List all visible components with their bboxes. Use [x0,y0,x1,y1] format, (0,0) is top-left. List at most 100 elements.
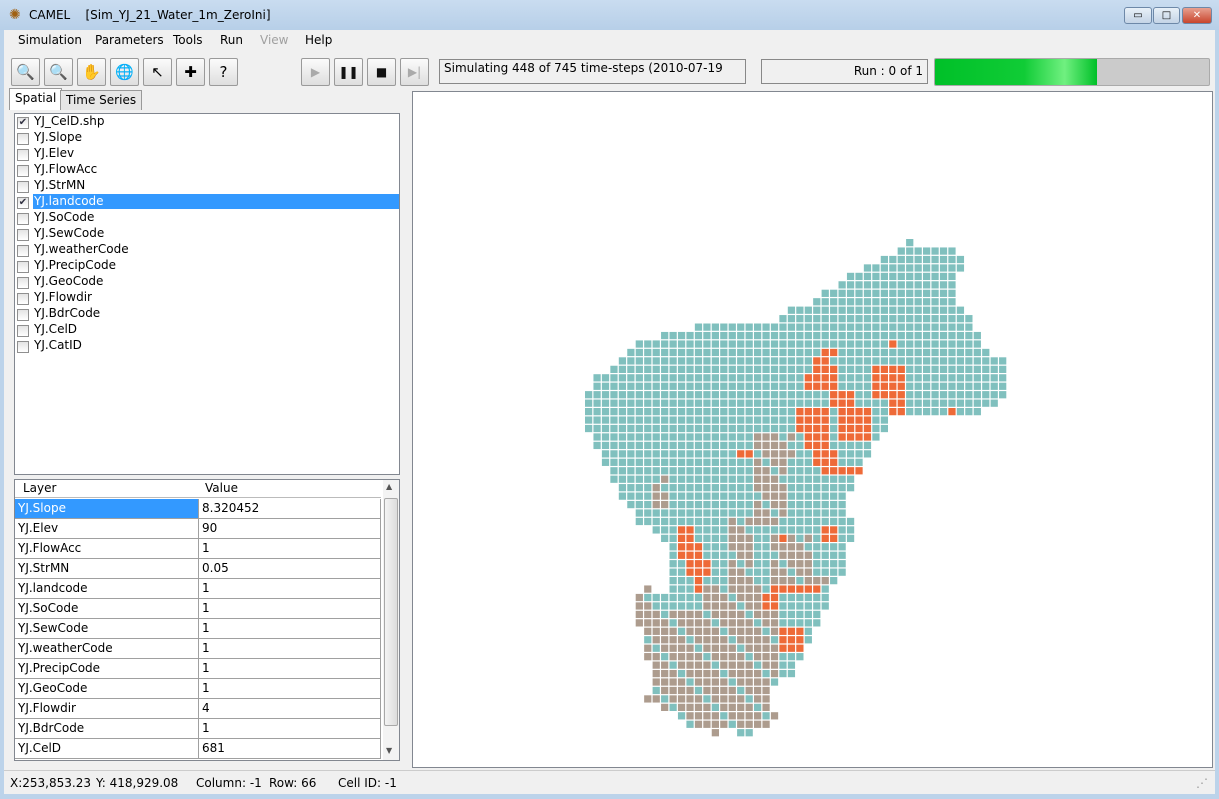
map-cell[interactable] [804,509,812,517]
map-cell[interactable] [635,509,643,517]
map-cell[interactable] [644,475,652,483]
map-cell[interactable] [703,619,711,627]
map-cell[interactable] [694,585,703,593]
map-cell[interactable] [762,517,770,526]
map-cell[interactable] [787,323,796,331]
map-cell[interactable] [661,365,669,373]
map-cell[interactable] [703,357,711,365]
map-cell[interactable] [745,416,753,424]
map-cell[interactable] [694,568,703,576]
map-cell[interactable] [804,391,812,399]
map-cell[interactable] [635,517,643,526]
map-cell[interactable] [720,408,728,416]
map-cell[interactable] [686,534,694,542]
map-cell[interactable] [948,348,956,357]
map-cell[interactable] [720,543,728,551]
map-cell[interactable] [754,695,762,703]
map-cell[interactable] [821,374,829,382]
map-cell[interactable] [703,348,711,357]
map-cell[interactable] [677,560,686,568]
map-cell[interactable] [728,568,736,576]
map-cell[interactable] [661,382,669,390]
map-cell[interactable] [737,551,745,559]
map-cell[interactable] [855,374,863,382]
map-cell[interactable] [754,467,762,475]
map-cell[interactable] [686,467,694,475]
map-cell[interactable] [720,348,728,357]
map-cell[interactable] [804,560,812,568]
map-cell[interactable] [897,382,905,390]
map-cell[interactable] [737,585,745,593]
map-cell[interactable] [737,517,745,526]
map-cell[interactable] [770,602,779,610]
map-cell[interactable] [846,340,855,348]
map-cell[interactable] [855,450,863,458]
map-cell[interactable] [737,450,745,458]
map-cell[interactable] [754,357,762,365]
value-cell[interactable]: 1 [200,619,381,638]
map-cell[interactable] [846,382,855,390]
map-cell[interactable] [779,610,787,619]
map-cell[interactable] [720,661,728,669]
map-cell[interactable] [889,331,897,340]
map-cell[interactable] [728,382,736,390]
layer-item[interactable]: YJ.FlowAcc [15,162,399,178]
map-cell[interactable] [914,374,922,382]
map-cell[interactable] [813,543,821,551]
map-cell[interactable] [770,408,779,416]
map-cell[interactable] [661,399,669,407]
map-cell[interactable] [618,450,627,458]
map-cell[interactable] [779,450,787,458]
map-cell[interactable] [889,340,897,348]
map-cell[interactable] [762,720,770,728]
map-cell[interactable] [813,602,821,610]
map-cell[interactable] [956,323,965,331]
map-cell[interactable] [872,408,880,416]
map-cell[interactable] [821,560,829,568]
map-cell[interactable] [661,416,669,424]
map-cell[interactable] [669,517,677,526]
map-cell[interactable] [872,272,880,281]
map-cell[interactable] [737,348,745,357]
map-cell[interactable] [846,441,855,450]
map-cell[interactable] [728,526,736,534]
map-cell[interactable] [745,331,753,340]
map-cell[interactable] [813,619,821,627]
map-cell[interactable] [956,264,965,272]
layer-checkbox[interactable] [17,165,29,177]
map-cell[interactable] [796,551,804,559]
map-cell[interactable] [796,644,804,652]
map-cell[interactable] [754,636,762,644]
layer-checkbox[interactable]: ✔ [17,117,29,129]
map-cell[interactable] [897,315,905,323]
map-cell[interactable] [737,627,745,635]
map-cell[interactable] [804,374,812,382]
map-cell[interactable] [787,441,796,450]
map-cell[interactable] [627,475,635,483]
map-cell[interactable] [855,391,863,399]
map-cell[interactable] [813,424,821,433]
map-cell[interactable] [711,475,719,483]
map-cell[interactable] [821,340,829,348]
map-cell[interactable] [787,653,796,661]
map-cell[interactable] [855,298,863,306]
map-cell[interactable] [610,399,618,407]
map-cell[interactable] [711,424,719,433]
map-cell[interactable] [830,365,838,373]
map-cell[interactable] [770,712,779,720]
layer-checkbox[interactable] [17,245,29,257]
map-cell[interactable] [804,610,812,619]
map-cell[interactable] [669,500,677,509]
map-cell[interactable] [754,365,762,373]
map-cell[interactable] [762,331,770,340]
map-cell[interactable] [770,340,779,348]
map-cell[interactable] [686,357,694,365]
map-cell[interactable] [821,458,829,466]
map-cell[interactable] [720,526,728,534]
map-cell[interactable] [703,543,711,551]
map-cell[interactable] [779,441,787,450]
map-cell[interactable] [931,315,939,323]
map-cell[interactable] [618,458,627,466]
map-cell[interactable] [872,315,880,323]
map-cell[interactable] [889,374,897,382]
